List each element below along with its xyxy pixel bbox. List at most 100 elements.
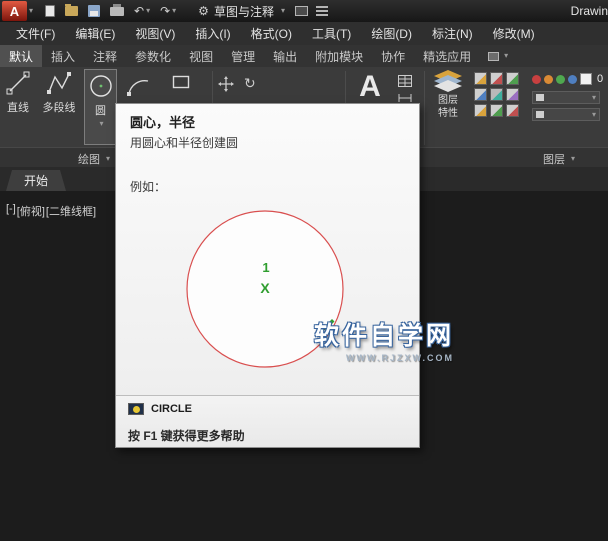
new-file-icon <box>45 5 56 17</box>
tab-parametric[interactable]: 参数化 <box>126 45 180 67</box>
pencil-cursor-icon <box>322 319 335 331</box>
workspace-label: 草图与注释 <box>213 4 274 19</box>
layer-color-blue-icon[interactable] <box>568 74 577 84</box>
menu-item-dimension[interactable]: 标注(N) <box>422 22 483 45</box>
autocad-logo: A <box>2 1 27 21</box>
layer-tool-icon[interactable] <box>474 88 487 101</box>
menu-item-file[interactable]: 文件(F) <box>6 22 65 45</box>
menu-item-modify[interactable]: 修改(M) <box>483 22 545 45</box>
layer-properties-button[interactable]: 图层特性 <box>428 70 468 120</box>
tab-default[interactable]: 默认 <box>0 45 43 67</box>
rotate-tool-button[interactable]: ↻ <box>244 75 256 92</box>
plot-button[interactable] <box>106 1 128 21</box>
layer-color-red-icon[interactable] <box>532 74 541 84</box>
open-file-button[interactable] <box>61 1 82 21</box>
circle-tool-label: 圆 <box>95 105 106 117</box>
save-icon <box>88 5 101 17</box>
open-folder-icon <box>65 4 79 16</box>
layer-tool-icon[interactable] <box>506 104 519 117</box>
polyline-tool-button[interactable]: 多段线 <box>36 70 82 115</box>
menu-item-format[interactable]: 格式(O) <box>241 22 302 45</box>
tab-manage[interactable]: 管理 <box>222 45 264 67</box>
dimension-icon <box>398 94 412 102</box>
tab-output[interactable]: 输出 <box>264 45 306 67</box>
ribbon-tab-bar: 默认 插入 注释 参数化 视图 管理 输出 附加模块 协作 精选应用 ▾ <box>0 45 608 67</box>
redo-button[interactable]: ↷ ▾ <box>156 1 180 21</box>
tooltip-example-label: 例如： <box>130 180 167 194</box>
menu-item-edit[interactable]: 编辑(E) <box>65 22 125 45</box>
command-name: CIRCLE <box>151 403 192 415</box>
printer-icon <box>110 3 125 16</box>
draw-panel-text: 绘图 <box>78 154 100 166</box>
layer-tool-icon[interactable] <box>474 72 487 85</box>
polyline-tool-label: 多段线 <box>42 102 76 114</box>
color-swatch-icon <box>536 111 544 118</box>
arc-tool-button[interactable] <box>126 73 152 104</box>
toolbar-menu-button[interactable] <box>312 1 332 21</box>
circle-tool-button[interactable]: 圆 ▾ <box>84 69 117 145</box>
table-icon <box>398 75 412 87</box>
draw-panel-label[interactable]: 绘图 ▾ <box>78 151 110 167</box>
titlebar: A ▾ ↶ ▾ ↷ ▾ ⚙ 草图与注释 ▾ Drawin <box>0 0 608 22</box>
layer-dropdown[interactable]: ▾ <box>532 91 600 104</box>
viewport-visual-style-control[interactable]: [二维线框] <box>46 203 96 219</box>
panel-separator <box>424 71 425 145</box>
line-tool-label: 直线 <box>7 102 29 114</box>
viewport-minimize-control[interactable]: [-] <box>6 203 16 219</box>
chevron-down-icon: ▾ <box>172 6 177 15</box>
layer-color-orange-icon[interactable] <box>544 74 553 84</box>
tooltip-help-text: 按 F1 键获得更多帮助 <box>128 429 245 443</box>
menu-item-view[interactable]: 视图(V) <box>125 22 185 45</box>
layers-icon <box>434 70 462 92</box>
tab-collaborate[interactable]: 协作 <box>372 45 414 67</box>
color-dropdown[interactable]: ▾ <box>532 108 600 121</box>
undo-button[interactable]: ↶ ▾ <box>130 1 154 21</box>
layer-state-row: 0 <box>532 73 603 85</box>
start-tab[interactable]: 开始 <box>6 170 66 191</box>
layer-color-green-icon[interactable] <box>556 74 565 84</box>
layer-tool-icon[interactable] <box>474 104 487 117</box>
menu-item-draw[interactable]: 绘图(D) <box>361 22 422 45</box>
layer-swatch-icon <box>536 94 544 101</box>
tooltip-description: 用圆心和半径创建圆 <box>130 136 239 150</box>
layer-tool-icon[interactable] <box>506 72 519 85</box>
chevron-down-icon: ▾ <box>571 154 576 163</box>
rectangle-icon <box>172 75 190 89</box>
current-color-swatch[interactable] <box>580 73 592 85</box>
text-tool-button[interactable]: A <box>352 67 388 107</box>
ribbon-display-toggle[interactable]: ▾ <box>480 45 516 67</box>
viewport-controls: [-] [俯视] [二维线框] <box>6 203 96 219</box>
arc-icon <box>127 79 149 96</box>
ribbon-box-icon <box>488 51 500 61</box>
layer-tool-icon[interactable] <box>490 72 503 85</box>
layer-properties-label: 图层特性 <box>438 95 458 119</box>
display-toggle-button[interactable] <box>291 1 312 21</box>
layer-tool-icon[interactable] <box>490 88 503 101</box>
circle-tooltip: 圆心，半径 用圆心和半径创建圆 例如： 1 X CIRCLE 按 F1 键获得更… <box>115 103 420 448</box>
menu-item-tools[interactable]: 工具(T) <box>302 22 361 45</box>
rectangle-tool-button[interactable] <box>172 75 190 94</box>
tab-insert[interactable]: 插入 <box>42 45 84 67</box>
app-menu-button[interactable]: A ▾ <box>0 0 33 22</box>
tab-annotate[interactable]: 注释 <box>84 45 126 67</box>
autocad-window: A ▾ ↶ ▾ ↷ ▾ ⚙ 草图与注释 ▾ Drawin 文件(F) 编辑(E)… <box>0 0 608 541</box>
layer-tool-icon[interactable] <box>490 104 503 117</box>
quick-access-toolbar: ↶ ▾ ↷ ▾ <box>41 1 180 21</box>
radius-marker: 1 <box>262 260 270 275</box>
tooltip-title: 圆心，半径 <box>130 115 196 130</box>
move-tool-button[interactable] <box>218 76 234 97</box>
save-button[interactable] <box>84 1 104 21</box>
tab-addins[interactable]: 附加模块 <box>306 45 372 67</box>
layer-tool-icon[interactable] <box>506 88 519 101</box>
circle-command-icon <box>128 403 144 415</box>
layers-panel-label[interactable]: 图层 ▾ <box>543 151 575 167</box>
viewport-view-control[interactable]: [俯视] <box>17 203 45 219</box>
menu-item-insert[interactable]: 插入(I) <box>185 22 240 45</box>
line-tool-button[interactable]: 直线 <box>2 70 34 115</box>
tab-view[interactable]: 视图 <box>180 45 222 67</box>
chevron-down-icon: ▾ <box>504 51 509 60</box>
tab-featured-apps[interactable]: 精选应用 <box>414 45 480 67</box>
text-tool-icon: A <box>359 70 381 103</box>
workspace-switcher[interactable]: ⚙ 草图与注释 ▾ <box>192 1 291 21</box>
new-file-button[interactable] <box>41 1 59 21</box>
